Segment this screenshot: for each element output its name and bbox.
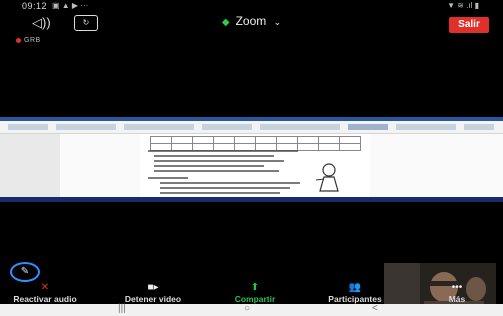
recording-dot-icon (16, 37, 21, 43)
meeting-title-label: Zoom (235, 14, 267, 28)
cartoon-illustration (315, 163, 339, 192)
microphone-muted-icon: ✕ (40, 282, 50, 293)
participants-button[interactable]: 👥 Participantes (310, 282, 400, 304)
home-button[interactable]: ○ (244, 303, 250, 314)
meeting-title[interactable]: ◆ Zoom ⌄ (0, 14, 503, 28)
leave-button[interactable]: Salir (449, 17, 489, 33)
more-icon: ••• (451, 282, 463, 293)
unmute-audio-label: Reactivar audio (13, 294, 77, 304)
unmute-audio-button[interactable]: ✕ Reactivar audio (0, 282, 90, 304)
shield-icon: ◆ (221, 17, 230, 28)
meeting-toolbar: ✕ Reactivar audio ■▸ Detener video ⬆ Com… (0, 282, 503, 304)
stop-video-button[interactable]: ■▸ Detener video (108, 282, 198, 304)
system-nav-bar: ||| ○ < (0, 303, 503, 316)
share-screen-label: Compartir (234, 294, 276, 304)
shared-screen[interactable] (0, 117, 503, 197)
more-button[interactable]: ••• Más (412, 282, 502, 304)
word-ribbon (0, 121, 503, 134)
document-table (150, 136, 361, 151)
video-camera-icon: ■▸ (147, 282, 159, 293)
status-bar: 09:12 ▣ ▲ ▶ ··· ▼ ≋ .ıl ▮ (0, 0, 503, 12)
chevron-down-icon: ⌄ (273, 17, 282, 27)
participants-icon: 👥 (348, 282, 362, 293)
participants-label: Participantes (328, 294, 382, 304)
status-time: 09:12 (22, 1, 48, 11)
document-page (140, 134, 370, 197)
recording-indicator: GRB (16, 37, 41, 44)
share-screen-icon: ⬆ (250, 282, 260, 293)
system-status-icons: ▼ ≋ .ıl ▮ (447, 1, 479, 10)
document-sidebar (0, 134, 60, 197)
more-label: Más (448, 294, 466, 304)
share-screen-button[interactable]: ⬆ Compartir (210, 282, 300, 304)
annotate-pencil-icon[interactable]: ✎ (10, 262, 40, 282)
recents-button[interactable]: ||| (118, 303, 126, 314)
notification-icons: ▣ ▲ ▶ ··· (52, 1, 89, 10)
back-button[interactable]: < (372, 303, 378, 314)
shared-screen-taskbar (0, 197, 503, 202)
recording-label: GRB (24, 37, 41, 44)
